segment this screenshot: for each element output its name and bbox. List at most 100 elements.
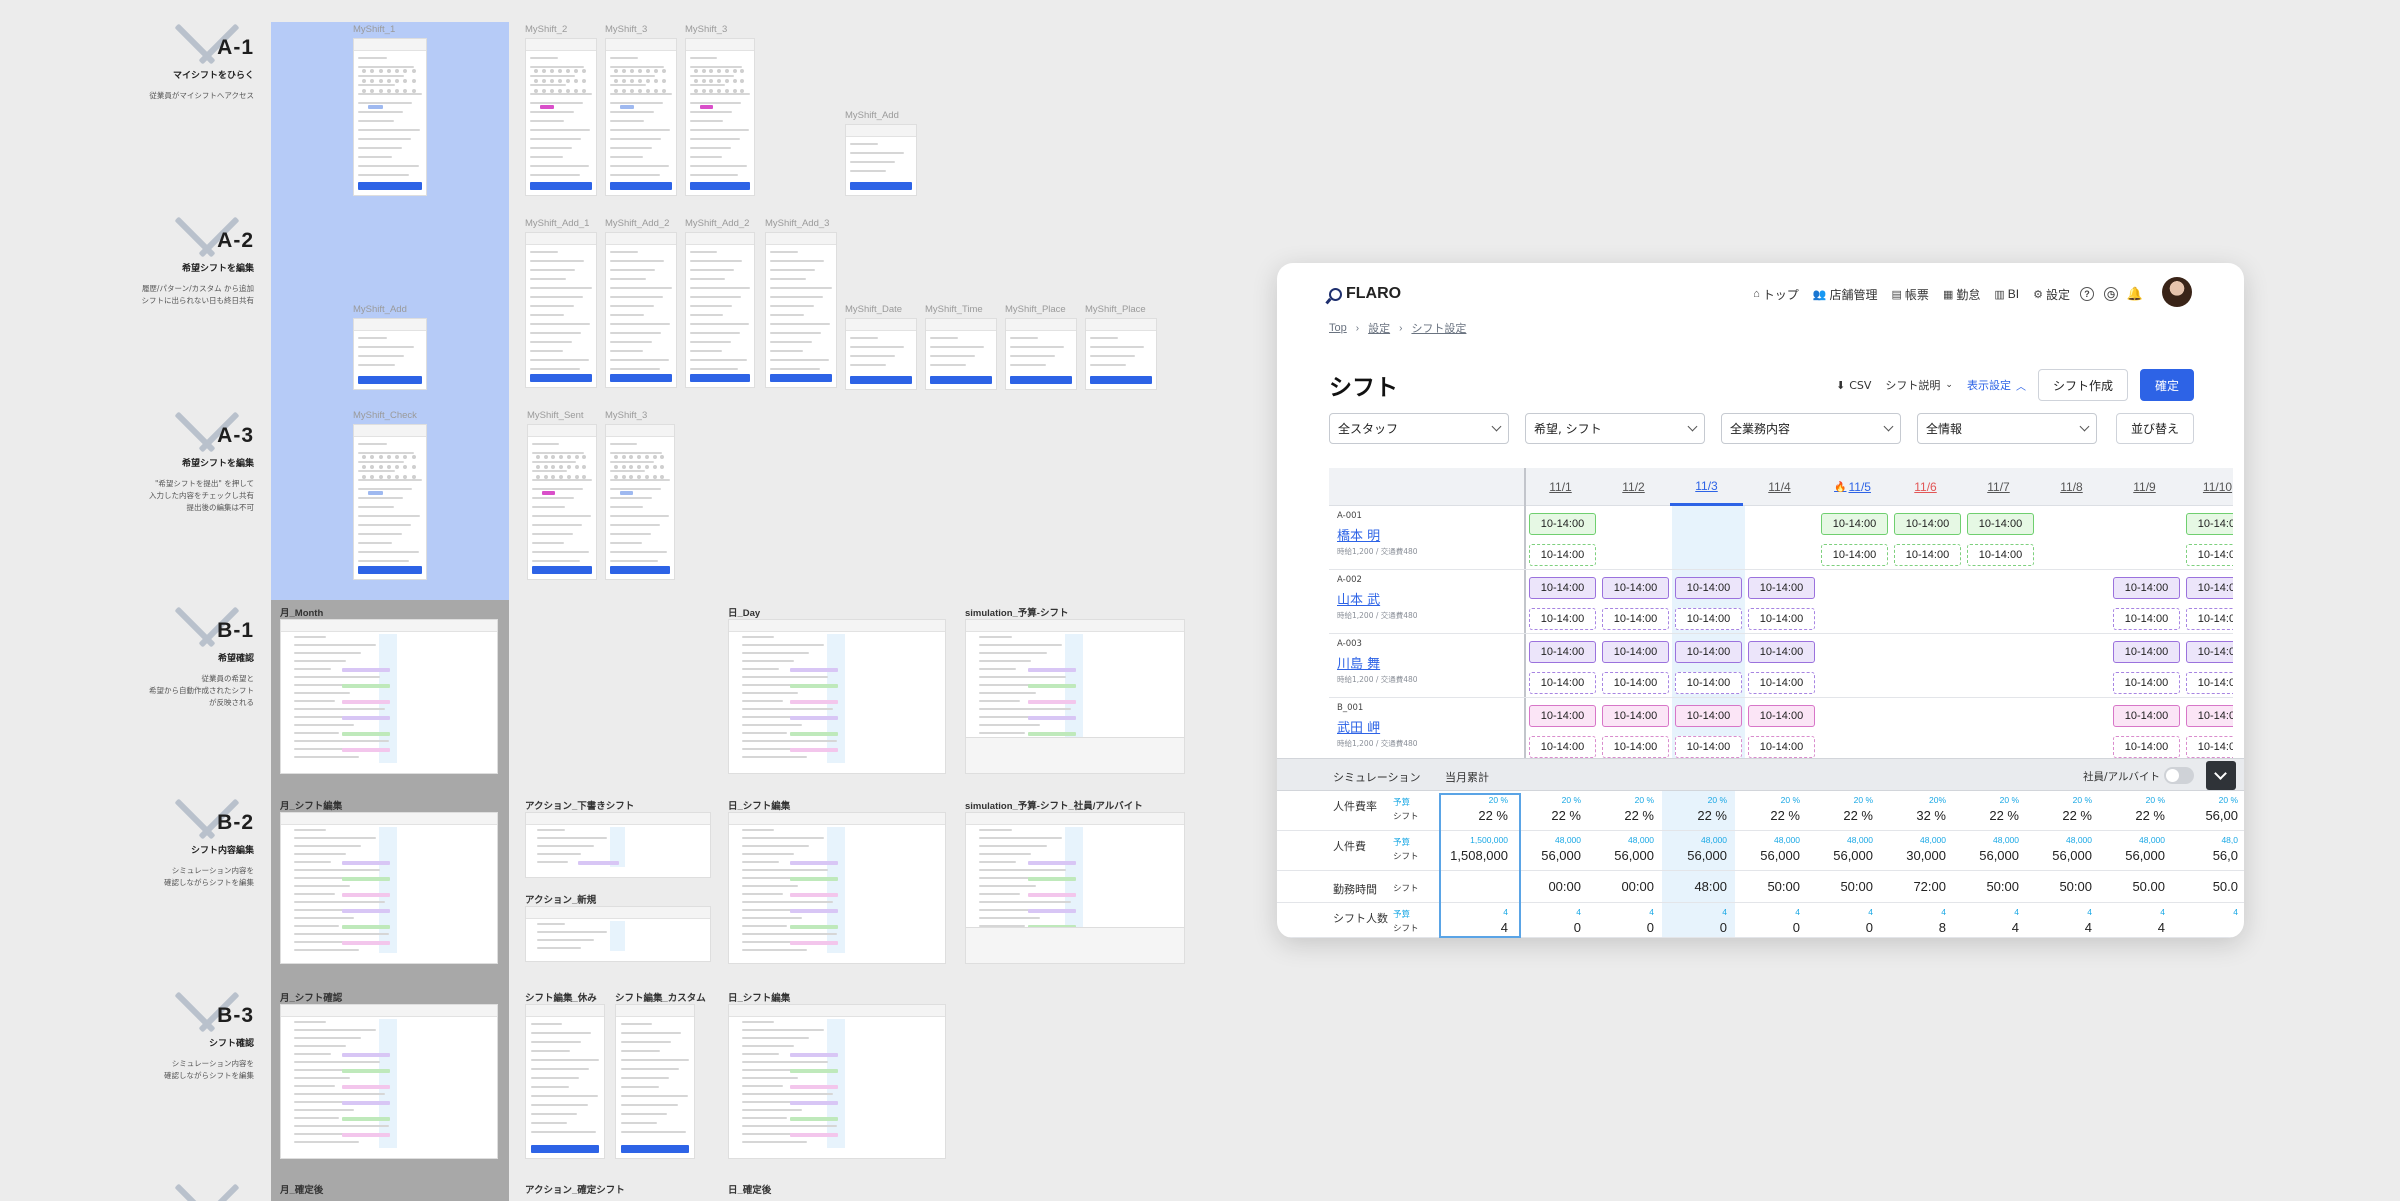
wireframe-frame[interactable]: MyShift_Place bbox=[1005, 304, 1077, 390]
assigned-shift-chip[interactable]: 10-14:00 bbox=[1675, 672, 1742, 694]
shift-explain-dropdown[interactable]: シフト説明 ⌄ bbox=[1885, 377, 1953, 393]
assigned-shift-chip[interactable]: 10-14:00 bbox=[1529, 672, 1596, 694]
wireframe-frame[interactable]: simulation_予算-シフト_社員/アルバイト bbox=[965, 801, 1185, 964]
wireframe-frame[interactable]: MyShift_Date bbox=[845, 304, 917, 390]
wireframe-frame[interactable]: MyShift_3 bbox=[605, 24, 677, 196]
confirm-button[interactable]: 確定 bbox=[2139, 369, 2194, 401]
wireframe-frame[interactable]: MyShift_Add_2 bbox=[605, 218, 677, 388]
requested-shift-chip[interactable]: 10-14:00 bbox=[1748, 641, 1815, 663]
staff-name-link[interactable]: 橋本 明 bbox=[1337, 525, 1380, 544]
requested-shift-chip[interactable]: 10-14:00 bbox=[2113, 705, 2180, 727]
requested-shift-chip[interactable]: 10-14:00 bbox=[1967, 513, 2034, 535]
requested-shift-chip[interactable]: 10-14:00 bbox=[1529, 705, 1596, 727]
wireframe-frame[interactable]: アクション_確定シフト bbox=[525, 1185, 711, 1201]
wireframe-frame[interactable]: 月_確定後 bbox=[280, 1185, 498, 1201]
assigned-shift-chip[interactable]: 10-14:00 bbox=[1967, 544, 2034, 566]
date-header[interactable]: 11/9 bbox=[2108, 468, 2181, 506]
wireframe-frame[interactable]: シフト編集_カスタム bbox=[615, 993, 706, 1159]
assigned-shift-chip[interactable]: 10-14:00 bbox=[1529, 544, 1596, 566]
staff-name-link[interactable]: 山本 武 bbox=[1337, 589, 1380, 608]
assigned-shift-chip[interactable]: 10-14:00 bbox=[1748, 608, 1815, 630]
requested-shift-chip[interactable]: 10-14:00 bbox=[1529, 641, 1596, 663]
date-header[interactable]: 11/7 bbox=[1962, 468, 2035, 506]
help-icon[interactable]: ? bbox=[2080, 287, 2094, 301]
wireframe-frame[interactable]: MyShift_Add_2 bbox=[685, 218, 755, 388]
filter-select[interactable]: 希望, シフト bbox=[1525, 413, 1705, 444]
wireframe-frame[interactable]: アクション_下書きシフト bbox=[525, 801, 711, 878]
wireframe-frame[interactable]: simulation_予算-シフト bbox=[965, 608, 1185, 774]
requested-shift-chip[interactable]: 10-14:00 bbox=[2186, 705, 2233, 727]
assigned-shift-chip[interactable]: 10-14:00 bbox=[2113, 608, 2180, 630]
wireframe-frame[interactable]: 月_シフト編集 bbox=[280, 801, 498, 964]
assigned-shift-chip[interactable]: 10-14:00 bbox=[1602, 608, 1669, 630]
csv-button[interactable]: ⬇ CSV bbox=[1836, 379, 1871, 392]
clock-icon[interactable]: ◷ bbox=[2104, 287, 2118, 301]
requested-shift-chip[interactable]: 10-14:00 bbox=[2113, 577, 2180, 599]
assigned-shift-chip[interactable]: 10-14:00 bbox=[2186, 544, 2233, 566]
requested-shift-chip[interactable]: 10-14:00 bbox=[2113, 641, 2180, 663]
sort-button[interactable]: 並び替え bbox=[2115, 413, 2194, 444]
wireframe-frame[interactable]: MyShift_Add_3 bbox=[765, 218, 837, 388]
assigned-shift-chip[interactable]: 10-14:00 bbox=[1748, 672, 1815, 694]
assigned-shift-chip[interactable]: 10-14:00 bbox=[2186, 736, 2233, 758]
date-header[interactable]: 11/10 bbox=[2181, 468, 2233, 506]
filter-select[interactable]: 全情報 bbox=[1917, 413, 2097, 444]
requested-shift-chip[interactable]: 10-14:00 bbox=[1529, 577, 1596, 599]
display-settings-toggle[interactable]: 表示設定 ︿ bbox=[1967, 377, 2026, 393]
assigned-shift-chip[interactable]: 10-14:00 bbox=[1675, 608, 1742, 630]
wireframe-frame[interactable]: 月_シフト確認 bbox=[280, 993, 498, 1159]
date-header[interactable]: 11/8 bbox=[2035, 468, 2108, 506]
assigned-shift-chip[interactable]: 10-14:00 bbox=[1748, 736, 1815, 758]
assigned-shift-chip[interactable]: 10-14:00 bbox=[2113, 672, 2180, 694]
requested-shift-chip[interactable]: 10-14:00 bbox=[1602, 705, 1669, 727]
date-header[interactable]: 11/2 bbox=[1597, 468, 1670, 506]
assigned-shift-chip[interactable]: 10-14:00 bbox=[1529, 736, 1596, 758]
wireframe-frame[interactable]: MyShift_Add bbox=[845, 110, 917, 196]
nav-item-report[interactable]: ▤ 帳票 bbox=[1892, 286, 1929, 303]
bell-icon[interactable]: 🔔 bbox=[2127, 286, 2143, 301]
wireframe-frame[interactable]: MyShift_3 bbox=[605, 410, 675, 580]
assigned-shift-chip[interactable]: 10-14:00 bbox=[2186, 608, 2233, 630]
wireframe-frame[interactable]: MyShift_1 bbox=[353, 24, 427, 196]
date-header[interactable]: 11/3 bbox=[1670, 468, 1743, 506]
wireframe-frame[interactable]: MyShift_Sent bbox=[527, 410, 597, 580]
assigned-shift-chip[interactable]: 10-14:00 bbox=[1602, 672, 1669, 694]
breadcrumb-shift-settings[interactable]: シフト設定 bbox=[1411, 320, 1466, 336]
assigned-shift-chip[interactable]: 10-14:00 bbox=[1529, 608, 1596, 630]
requested-shift-chip[interactable]: 10-14:00 bbox=[1602, 641, 1669, 663]
wireframe-frame[interactable]: 日_確定後 bbox=[728, 1185, 946, 1201]
wireframe-frame[interactable]: 日_シフト編集 bbox=[728, 801, 946, 964]
wireframe-frame[interactable]: MyShift_Place bbox=[1085, 304, 1157, 390]
assigned-shift-chip[interactable]: 10-14:00 bbox=[1675, 736, 1742, 758]
requested-shift-chip[interactable]: 10-14:00 bbox=[1675, 577, 1742, 599]
requested-shift-chip[interactable]: 10-14:00 bbox=[1894, 513, 1961, 535]
brand-logo[interactable]: FLARO bbox=[1329, 279, 1401, 309]
requested-shift-chip[interactable]: 10-14:00 bbox=[1675, 641, 1742, 663]
nav-item-gear[interactable]: ⚙ 設定 bbox=[2033, 286, 2070, 303]
collapse-simulation-button[interactable] bbox=[2206, 761, 2236, 790]
date-header[interactable]: 🔥 11/5 bbox=[1816, 468, 1889, 506]
breadcrumb-settings[interactable]: 設定 bbox=[1368, 320, 1390, 336]
requested-shift-chip[interactable]: 10-14:00 bbox=[1821, 513, 1888, 535]
filter-select[interactable]: 全スタッフ bbox=[1329, 413, 1509, 444]
wireframe-frame[interactable]: シフト編集_休み bbox=[525, 993, 605, 1159]
wireframe-frame[interactable]: MyShift_Check bbox=[353, 410, 427, 580]
requested-shift-chip[interactable]: 10-14:00 bbox=[2186, 513, 2233, 535]
requested-shift-chip[interactable]: 10-14:00 bbox=[1748, 705, 1815, 727]
wireframe-frame[interactable]: MyShift_Add bbox=[353, 304, 427, 390]
requested-shift-chip[interactable]: 10-14:00 bbox=[1748, 577, 1815, 599]
assigned-shift-chip[interactable]: 10-14:00 bbox=[1821, 544, 1888, 566]
nav-item-home[interactable]: ⌂ トップ bbox=[1753, 286, 1799, 303]
wireframe-frame[interactable]: 日_Day bbox=[728, 608, 946, 774]
wireframe-frame[interactable]: アクション_新規 bbox=[525, 895, 711, 962]
wireframe-frame[interactable]: MyShift_Add_1 bbox=[525, 218, 597, 388]
assigned-shift-chip[interactable]: 10-14:00 bbox=[1602, 736, 1669, 758]
tab-monthly-total[interactable]: 当月累計 bbox=[1445, 769, 1489, 785]
wireframe-frame[interactable]: MyShift_2 bbox=[525, 24, 597, 196]
requested-shift-chip[interactable]: 10-14:00 bbox=[1529, 513, 1596, 535]
date-header[interactable]: 11/6 bbox=[1889, 468, 1962, 506]
staff-name-link[interactable]: 武田 岬 bbox=[1337, 717, 1380, 736]
avatar[interactable] bbox=[2162, 277, 2192, 307]
nav-item-bi[interactable]: ▥ BI bbox=[1994, 287, 2019, 301]
requested-shift-chip[interactable]: 10-14:00 bbox=[1675, 705, 1742, 727]
